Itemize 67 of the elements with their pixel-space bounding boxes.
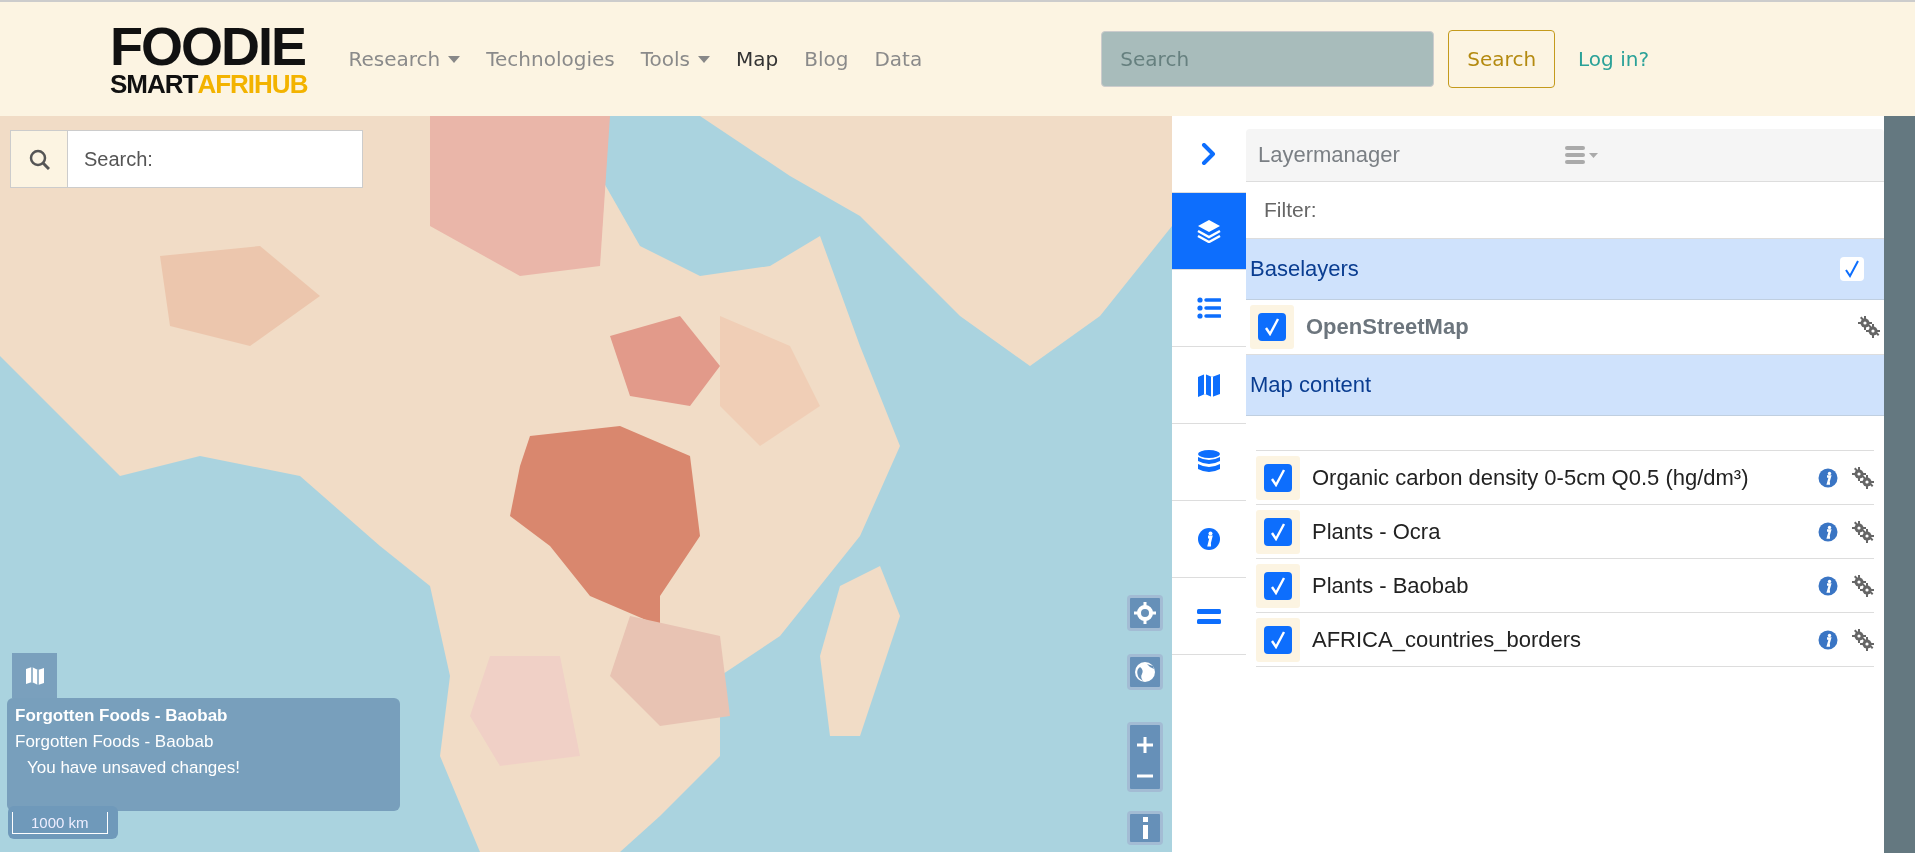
checkbox[interactable] xyxy=(1264,463,1292,492)
globe-button[interactable] xyxy=(1127,654,1163,690)
scale-label: 1000 km xyxy=(12,811,108,834)
settings-icon xyxy=(1858,316,1880,338)
search-field[interactable]: Search xyxy=(1101,31,1435,87)
globe-icon xyxy=(1134,661,1156,683)
nav-link[interactable]: Map xyxy=(724,39,790,79)
list-icon xyxy=(1197,296,1221,320)
zoom-control[interactable] xyxy=(1127,722,1163,792)
scrollbar[interactable] xyxy=(1884,116,1915,853)
search-button[interactable] xyxy=(10,130,68,188)
login-link[interactable]: Log in? xyxy=(1567,39,1660,79)
layer-name: Plants - Ocra xyxy=(1312,518,1442,545)
layer-name: AFRICA_countries_borders xyxy=(1312,626,1582,653)
checkmark-icon xyxy=(1270,468,1286,487)
checkmark-icon xyxy=(1270,630,1286,649)
checkmark-icon xyxy=(1270,576,1286,595)
layer-name: Organic carbon density 0-5cm Q0.5 (hg/dm³) xyxy=(1312,464,1750,491)
panel-title: Layermanager xyxy=(1258,142,1401,168)
nav-link[interactable]: Technologies xyxy=(475,39,626,79)
info-title: Forgotten Foods - Baobab xyxy=(15,706,229,726)
map-icon xyxy=(1198,373,1220,397)
checkmark-icon xyxy=(1264,318,1280,336)
map-icon xyxy=(25,665,44,686)
checkbox[interactable] xyxy=(1264,625,1292,654)
chevron-icon xyxy=(1201,143,1217,165)
nav-link[interactable]: Research xyxy=(337,39,472,79)
settings-icon xyxy=(1852,466,1874,489)
group-label: Baselayers xyxy=(1250,256,1360,282)
map-button[interactable] xyxy=(12,653,57,698)
equals-icon xyxy=(1197,606,1221,626)
database-icon xyxy=(1197,450,1221,474)
info-icon xyxy=(1818,575,1838,596)
checkbox[interactable] xyxy=(1258,313,1286,341)
logo-title: FOODIE xyxy=(110,21,305,71)
info-message: You have unsaved changes! xyxy=(26,758,241,778)
info-icon xyxy=(1818,467,1838,488)
group-label: Map content xyxy=(1250,372,1373,398)
info-icon xyxy=(1818,629,1838,650)
crosshair-icon xyxy=(1134,602,1156,624)
settings-icon xyxy=(1852,628,1874,651)
nav-link[interactable]: Tools xyxy=(629,39,721,79)
plus-minus-icon xyxy=(1134,734,1156,780)
map-search-field[interactable]: Search: xyxy=(68,130,363,188)
layer-name: OpenStreetMap xyxy=(1306,314,1470,340)
group-header[interactable]: Baselayers xyxy=(1246,239,1884,300)
nav-link[interactable]: Blog xyxy=(793,39,860,79)
layers-icon xyxy=(1197,219,1221,243)
info-icon xyxy=(1197,527,1221,551)
search-icon xyxy=(28,148,50,170)
checkmark-icon xyxy=(1844,260,1860,278)
info-icon xyxy=(1818,521,1838,542)
search-button[interactable]: Search xyxy=(1448,30,1556,88)
info-name: Forgotten Foods - Baobab xyxy=(15,732,215,752)
logo-subtitle: SMARTAFRIHUB xyxy=(110,71,308,97)
checkbox[interactable] xyxy=(1840,257,1864,281)
group-header[interactable]: Map content xyxy=(1246,355,1884,416)
layer-name: Plants - Baobab xyxy=(1312,572,1470,599)
checkbox[interactable] xyxy=(1264,571,1292,600)
nav-link[interactable]: Data xyxy=(863,39,934,79)
checkmark-icon xyxy=(1270,522,1286,541)
info-button[interactable] xyxy=(1127,811,1163,845)
settings-icon xyxy=(1852,520,1874,543)
locate-button[interactable] xyxy=(1127,595,1163,631)
checkbox[interactable] xyxy=(1264,517,1292,546)
settings-icon xyxy=(1852,574,1874,597)
sidebar-tab[interactable] xyxy=(1172,193,1246,270)
